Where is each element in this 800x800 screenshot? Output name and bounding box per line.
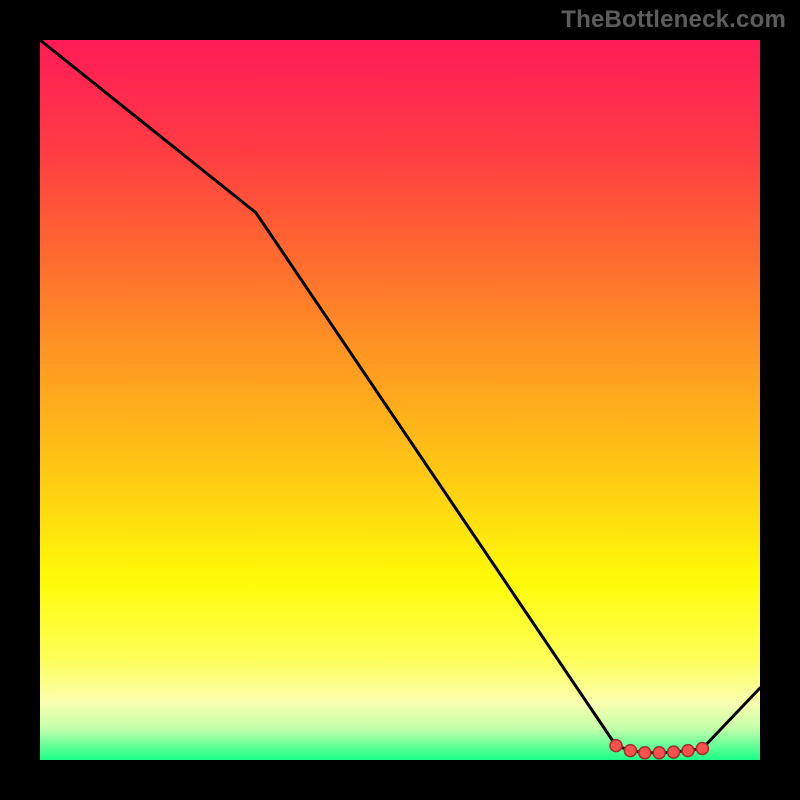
watermark-text: TheBottleneck.com: [561, 6, 786, 34]
chart-background-gradient: [40, 40, 760, 760]
chart-marker: [639, 747, 651, 759]
chart-marker: [682, 745, 694, 757]
chart-frame: TheBottleneck.com: [0, 0, 800, 800]
chart-marker: [696, 742, 708, 754]
chart-marker: [610, 740, 622, 752]
chart-svg: [40, 40, 760, 760]
chart-marker: [668, 746, 680, 758]
chart-plot-area: [40, 40, 760, 760]
chart-marker: [653, 747, 665, 759]
chart-marker: [624, 745, 636, 757]
